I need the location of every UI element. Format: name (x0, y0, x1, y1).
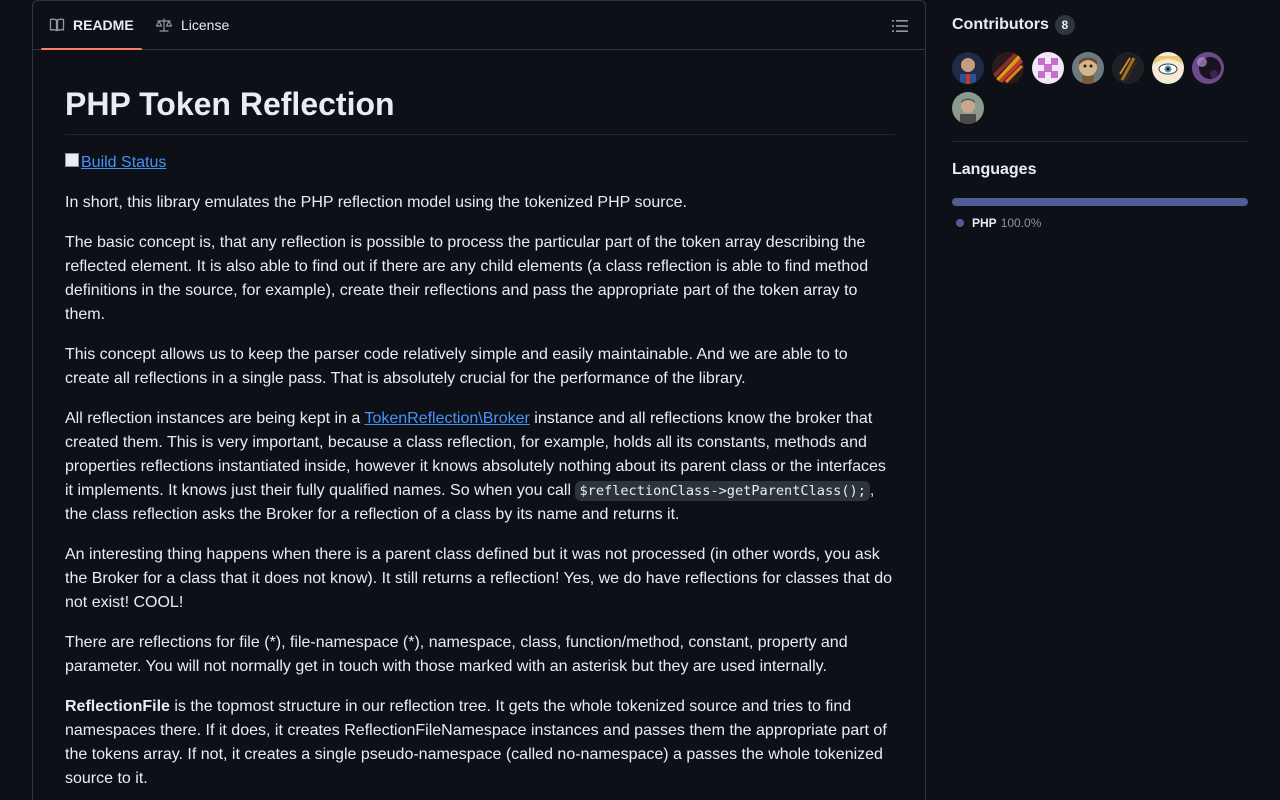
contributor-avatar[interactable] (1032, 52, 1064, 84)
tab-license-label: License (181, 17, 230, 33)
contributors-heading[interactable]: Contributors 8 (952, 15, 1075, 35)
paragraph-reflection-file: ReflectionFile is the topmost structure … (65, 695, 895, 791)
outline-list-icon[interactable] (891, 17, 909, 35)
broker-link[interactable]: TokenReflection\Broker (364, 410, 529, 427)
reflection-file-term: ReflectionFile (65, 698, 170, 715)
language-item-php[interactable]: PHP 100.0% (952, 215, 1041, 231)
build-status-link[interactable]: Build Status (81, 151, 166, 175)
language-bar (952, 198, 1248, 206)
paragraph-reflection-file-text: is the topmost structure in our reflecti… (65, 698, 887, 787)
broken-image-icon (65, 153, 79, 167)
build-status-badge[interactable]: Build Status (65, 151, 895, 175)
scale-icon (155, 18, 173, 32)
paragraph-parent-class: An interesting thing happens when there … (65, 546, 893, 611)
sidebar-divider (952, 141, 1248, 142)
contributor-avatar[interactable] (1072, 52, 1104, 84)
contributor-avatar[interactable] (1152, 52, 1184, 84)
readme-panel: README License PHP Token Reflection Buil… (32, 0, 926, 800)
readme-title: PHP Token Reflection (65, 84, 895, 135)
language-name: PHP (972, 216, 997, 230)
language-percent: 100.0% (1000, 216, 1042, 230)
contributor-avatar[interactable] (992, 52, 1024, 84)
contributor-avatar[interactable] (1112, 52, 1144, 84)
readme-tab-bar: README License (33, 1, 925, 50)
paragraph-broker: All reflection instances are being kept … (65, 407, 895, 527)
contributor-avatar[interactable] (952, 52, 984, 84)
paragraph-parser: This concept allows us to keep the parse… (65, 346, 848, 387)
contributors-count-badge: 8 (1054, 15, 1075, 35)
book-icon (49, 18, 65, 32)
paragraph-basic-concept: The basic concept is, that any reflectio… (65, 234, 869, 323)
contributors-title: Contributors (952, 16, 1049, 33)
contributor-avatar[interactable] (1192, 52, 1224, 84)
language-color-dot (956, 219, 964, 227)
tab-readme-label: README (73, 17, 134, 33)
repository-page: README License PHP Token Reflection Buil… (0, 0, 1280, 800)
contributor-avatar[interactable] (952, 92, 984, 124)
tab-license[interactable]: License (155, 1, 229, 49)
language-bar-segment-php[interactable] (952, 198, 1248, 206)
readme-content: PHP Token Reflection Build Status In sho… (65, 51, 895, 791)
tab-readme[interactable]: README (41, 1, 142, 50)
paragraph-broker-text-a: All reflection instances are being kept … (65, 410, 365, 427)
inline-code: $reflectionClass->getParentClass(); (575, 481, 870, 501)
active-tab-indicator (41, 48, 142, 50)
paragraph-intro: In short, this library emulates the PHP … (65, 194, 687, 211)
paragraph-reflection-types: There are reflections for file (*), file… (65, 634, 848, 675)
languages-heading: Languages (952, 161, 1037, 178)
